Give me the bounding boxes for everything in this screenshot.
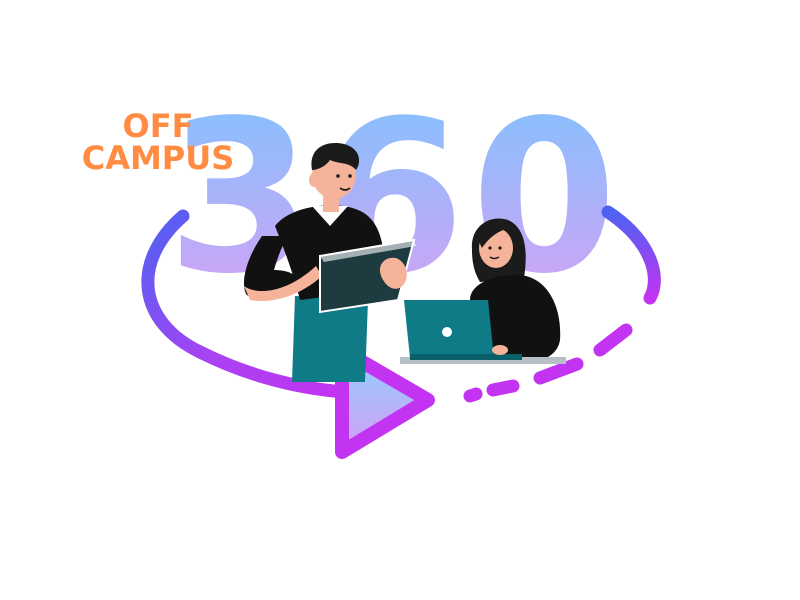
off-campus-360-logo: 360 OFF CAMPUS bbox=[82, 75, 661, 459]
logo-text-campus: CAMPUS bbox=[82, 139, 235, 177]
